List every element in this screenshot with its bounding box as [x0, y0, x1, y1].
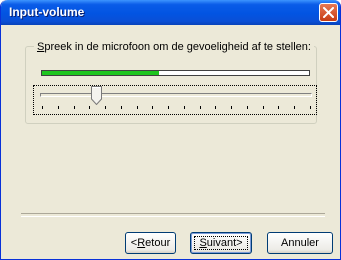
- slider-tick: [199, 106, 201, 109]
- slider-tick: [183, 106, 185, 109]
- slider-tick: [73, 106, 75, 109]
- slider-tick: [262, 106, 264, 109]
- cancel-button[interactable]: Annuler: [267, 232, 333, 254]
- button-divider: [21, 213, 325, 217]
- slider-tick: [231, 106, 233, 109]
- back-button-label: etour: [145, 237, 171, 249]
- slider-tick: [42, 106, 43, 109]
- slider-tick: [246, 106, 248, 109]
- back-button-accel: R: [137, 237, 146, 249]
- slider-tick: [152, 106, 154, 109]
- cancel-button-label: Annuler: [281, 237, 319, 249]
- sensitivity-slider-thumb[interactable]: [90, 86, 102, 106]
- slider-tick: [278, 106, 280, 109]
- close-button[interactable]: [319, 3, 338, 22]
- slider-tick: [120, 106, 122, 109]
- sensitivity-slider-focus[interactable]: [33, 85, 317, 115]
- next-button[interactable]: Suivant>: [190, 232, 252, 254]
- title-bar[interactable]: Input-volume: [1, 0, 340, 25]
- slider-tick: [215, 106, 217, 109]
- input-volume-dialog: Input-volume Spreek in de microfoon om d…: [0, 0, 341, 260]
- group-label-text: preek in de microfoon om de gevoeligheid…: [44, 41, 311, 53]
- window-title: Input-volume: [9, 5, 85, 19]
- slider-tick: [105, 106, 107, 109]
- slider-tick: [168, 106, 170, 109]
- slider-tick: [57, 106, 59, 109]
- slider-tick: [294, 106, 296, 109]
- next-button-label: uivant>: [206, 237, 243, 249]
- volume-meter-fill: [42, 71, 160, 75]
- slider-tick: [89, 106, 91, 109]
- back-button[interactable]: <Retour: [125, 232, 176, 254]
- next-button-accel: S: [199, 237, 207, 249]
- slider-tick: [310, 106, 311, 109]
- slider-tick: [136, 106, 138, 109]
- volume-meter: [41, 70, 310, 76]
- sensitivity-slider-track[interactable]: [40, 93, 312, 97]
- group-label: Spreek in de microfoon om de gevoelighei…: [34, 41, 314, 53]
